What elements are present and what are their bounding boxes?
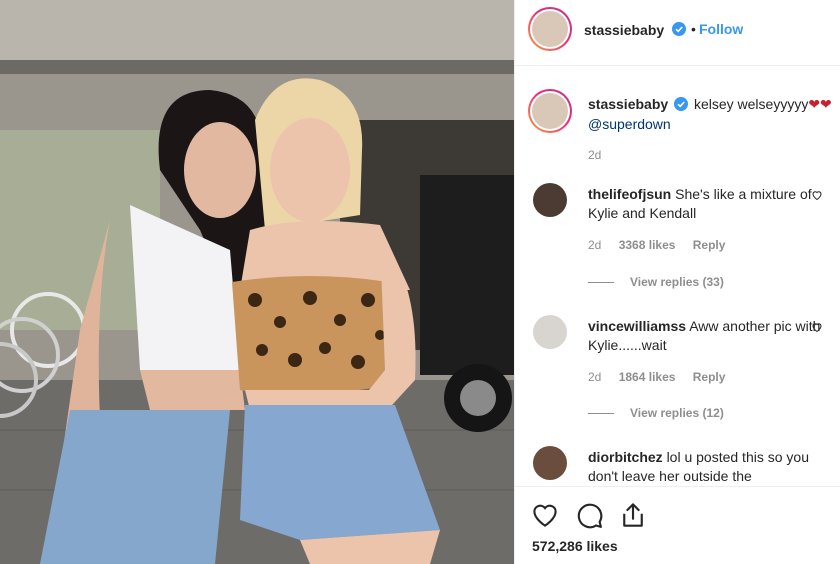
comment-likes[interactable]: 1864 likes [619,370,676,384]
post-header: stassiebaby • Follow [515,0,840,66]
caption-author[interactable]: stassiebaby [588,96,668,112]
share-icon[interactable] [618,500,648,530]
view-replies-button[interactable]: View replies (12) [588,406,724,420]
author-avatar[interactable] [528,7,572,51]
heart-icon[interactable] [811,189,823,201]
caption-mention[interactable]: @superdown [588,116,671,132]
comment-username[interactable]: vincewilliamss [588,318,686,334]
commenter-avatar[interactable] [533,315,567,349]
heart-icon[interactable] [811,321,823,333]
comment-text: diorbitchez lol u posted this so you don… [588,448,826,485]
likes-count[interactable]: 572,286 likes [532,538,618,554]
reply-button[interactable]: Reply [693,238,726,252]
view-replies-line [588,282,614,284]
comment-text: thelifeofjsun She's like a mixture of Ky… [588,185,826,223]
caption-body: kelsey welseyyyyy [693,96,809,112]
follow-button[interactable]: Follow [699,21,743,37]
comment-likes[interactable]: 3368 likes [619,238,676,252]
header-separator: • [691,21,696,37]
view-replies-line [588,413,614,415]
comment-time[interactable]: 2d [588,238,601,252]
verified-icon [674,97,689,111]
commenter-avatar[interactable] [533,183,567,217]
view-replies-button[interactable]: View replies (33) [588,275,724,289]
reply-button[interactable]: Reply [693,370,726,384]
view-replies-label: View replies (33) [630,275,724,289]
comment-username[interactable]: diorbitchez [588,449,663,465]
caption-text: stassiebaby kelsey welseyyyyy❤❤ @superdo… [588,94,836,134]
commenter-avatar[interactable] [533,446,567,480]
post-photo[interactable] [0,0,514,564]
verified-icon [672,22,686,36]
author-username[interactable]: stassiebaby [584,22,664,38]
comment-meta: 2d 1864 likes Reply [588,370,739,384]
post-photo-image [0,0,514,564]
comment-icon[interactable] [574,500,604,530]
caption-time[interactable]: 2d [588,148,601,162]
comment-time[interactable]: 2d [588,370,601,384]
view-replies-label: View replies (12) [630,406,724,420]
post-side-panel: stassiebaby • Follow stassiebaby kelsey … [514,0,840,564]
comment-meta: 2d 3368 likes Reply [588,238,739,252]
comment-text: vincewilliamss Aww another pic with Kyli… [588,317,826,355]
caption-author-avatar[interactable] [528,89,572,133]
comment-username[interactable]: thelifeofjsun [588,186,671,202]
caption-hearts: ❤❤ [808,96,832,112]
heart-icon[interactable] [530,500,560,530]
post-actions: 572,286 likes [515,486,840,564]
comments-list[interactable]: stassiebaby kelsey welseyyyyy❤❤ @superdo… [515,67,840,485]
